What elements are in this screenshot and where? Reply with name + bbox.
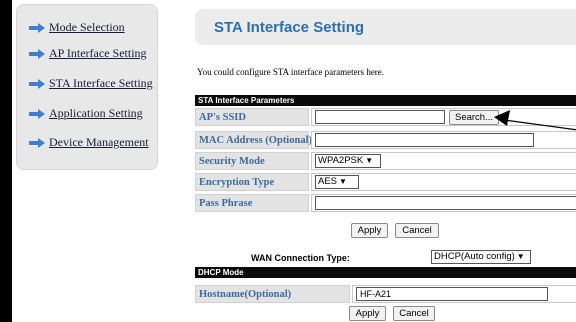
dhcp-apply-button[interactable]: Apply [349, 306, 386, 321]
chevron-down-icon: ▼ [365, 156, 374, 165]
label-hostname: Hostname(Optional) [195, 285, 350, 303]
encryption-type-select[interactable]: AES ▼ [315, 175, 359, 189]
right-arrow-icon [29, 22, 45, 33]
wan-connection-label: WAN Connection Type: [251, 253, 350, 263]
sidebar-item-label[interactable]: Application Setting [49, 106, 143, 121]
wan-connection-value: DHCP(Auto config) [434, 251, 515, 262]
cancel-button[interactable]: Cancel [395, 223, 439, 238]
section-header-dhcp: DHCP Mode [195, 267, 576, 278]
sidebar-item-label[interactable]: AP Interface Setting [49, 46, 147, 61]
sidebar-item-device-management[interactable]: Device Management [29, 135, 149, 150]
cell-pass-phrase [311, 194, 576, 212]
sidebar-item-sta-interface[interactable]: STA Interface Setting [29, 76, 153, 91]
security-mode-select[interactable]: WPA2PSK ▼ [315, 154, 381, 168]
hostname-input[interactable] [356, 287, 548, 301]
chevron-down-icon: ▼ [516, 252, 525, 261]
sidebar-item-label[interactable]: Device Management [49, 135, 149, 150]
sidebar-item-application[interactable]: Application Setting [29, 106, 143, 121]
label-mac-address: MAC Address (Optional) [195, 131, 312, 149]
sidebar-item-ap-interface[interactable]: AP Interface Setting [29, 46, 147, 61]
sidebar-item-mode-selection[interactable]: Mode Selection [29, 20, 125, 35]
cell-security-mode: WPA2PSK ▼ [311, 152, 576, 170]
cell-encryption-type: AES ▼ [311, 173, 576, 191]
label-security-mode: Security Mode [195, 152, 309, 170]
pass-phrase-input[interactable] [315, 196, 576, 210]
sidebar-item-label[interactable]: STA Interface Setting [49, 76, 153, 91]
dhcp-cancel-button[interactable]: Cancel [393, 306, 435, 321]
ssid-input[interactable] [315, 110, 445, 124]
right-arrow-icon [29, 108, 45, 119]
page-header: STA Interface Setting [195, 9, 576, 45]
sidebar-nav: Mode Selection AP Interface Setting STA … [16, 4, 158, 170]
apply-button[interactable]: Apply [351, 223, 388, 238]
right-arrow-icon [29, 78, 45, 89]
page-title: STA Interface Setting [214, 19, 365, 36]
security-mode-value: WPA2PSK [318, 155, 364, 166]
label-pass-phrase: Pass Phrase [195, 194, 309, 212]
chevron-down-icon: ▼ [339, 177, 347, 186]
right-arrow-icon [29, 48, 45, 59]
label-ap-ssid: AP's SSID [195, 108, 309, 126]
sidebar-item-label[interactable]: Mode Selection [49, 20, 125, 35]
annotation-arrow-icon [494, 110, 576, 131]
left-edge-bar [0, 0, 12, 322]
page-description: You could configure STA interface parame… [197, 67, 385, 77]
label-encryption-type: Encryption Type [195, 173, 309, 191]
right-arrow-icon [29, 137, 45, 148]
wan-connection-select[interactable]: DHCP(Auto config) ▼ [431, 250, 531, 264]
cell-hostname [352, 285, 576, 303]
encryption-type-value: AES [318, 176, 338, 187]
